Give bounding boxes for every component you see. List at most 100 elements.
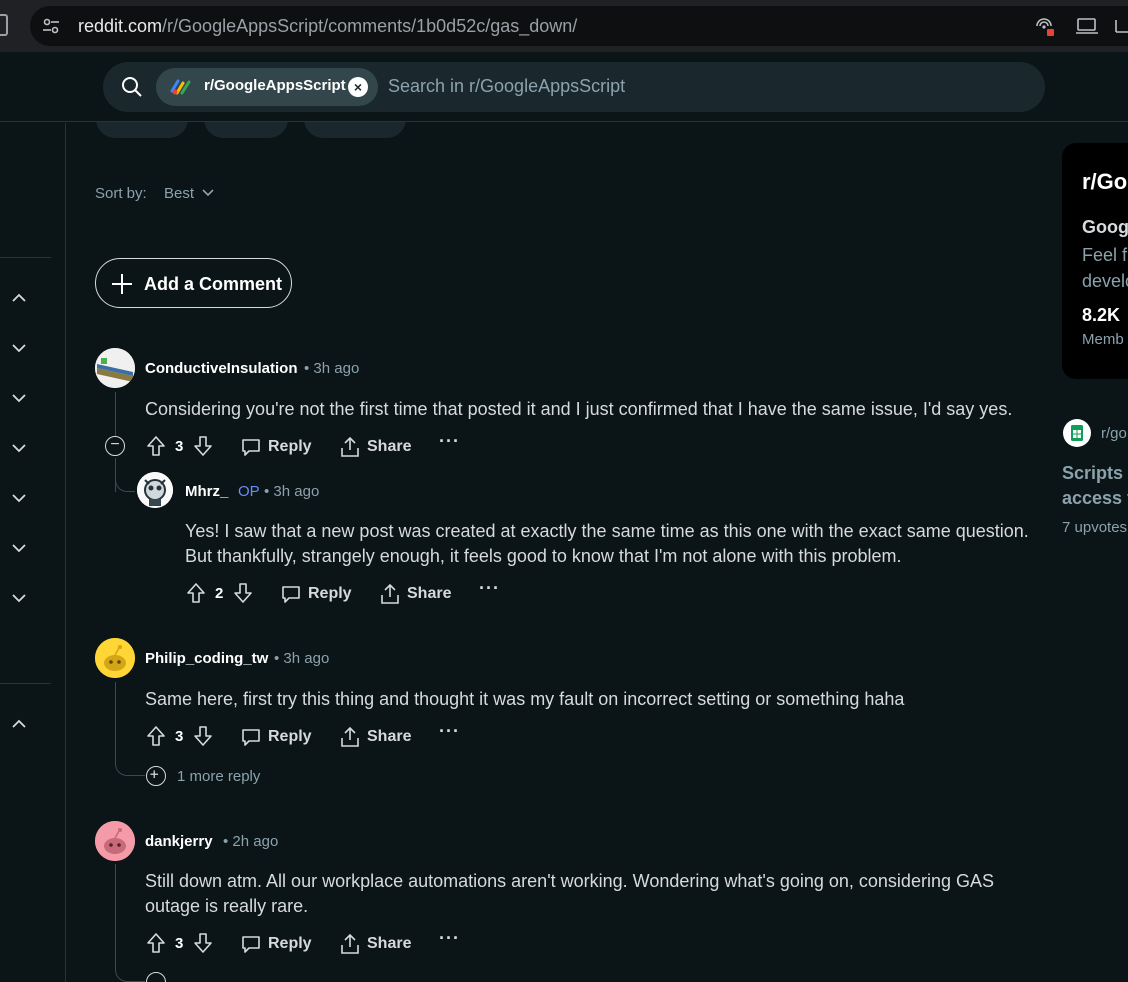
avatar[interactable] [95, 638, 135, 678]
tune-icon[interactable] [42, 17, 60, 35]
comment-author[interactable]: Philip_coding_tw [145, 650, 268, 667]
chevron-down-icon[interactable] [10, 389, 28, 407]
downvote-icon[interactable] [232, 582, 254, 604]
search-input[interactable] [388, 76, 988, 98]
post-comments-pill[interactable] [204, 100, 288, 138]
post-vote-pill[interactable] [96, 100, 188, 138]
comment-time[interactable]: • 3h ago [304, 360, 359, 377]
member-label: Memb [1082, 331, 1124, 348]
chevron-up-icon[interactable] [10, 289, 28, 307]
plus-icon [112, 274, 132, 294]
reply-button[interactable]: Reply [268, 728, 312, 746]
community-title[interactable]: r/Go [1082, 169, 1127, 195]
thread-line [115, 392, 116, 436]
thread-branch [115, 954, 145, 982]
comment-body: Considering you're not the first time th… [145, 399, 1013, 419]
url-path: /r/GoogleAppsScript/comments/1b0d52c/gas… [162, 16, 578, 36]
avatar[interactable] [95, 821, 135, 861]
snoo-avatar-icon [95, 821, 135, 861]
snoo-avatar-icon [95, 638, 135, 678]
cast-icon[interactable] [1033, 16, 1055, 36]
vote-count: 2 [215, 585, 224, 602]
reply-icon[interactable] [280, 583, 302, 605]
google-apps-script-logo-icon [170, 79, 191, 95]
op-badge: OP [238, 483, 260, 500]
sort-dropdown[interactable]: Best [164, 185, 194, 202]
chevron-down-icon[interactable] [10, 589, 28, 607]
more-icon[interactable]: ··· [439, 721, 460, 742]
vote-count: 3 [175, 438, 184, 455]
downvote-icon[interactable] [192, 435, 214, 457]
chevron-down-icon[interactable] [10, 489, 28, 507]
share-icon[interactable] [339, 933, 361, 955]
share-icon[interactable] [379, 583, 401, 605]
upvote-icon[interactable] [145, 435, 167, 457]
share-icon[interactable] [339, 726, 361, 748]
post-share-pill[interactable] [304, 100, 406, 138]
related-subreddit[interactable]: r/go [1101, 425, 1127, 442]
expand-replies-icon[interactable] [146, 972, 166, 982]
search-icon[interactable] [121, 76, 143, 98]
community-info-card: r/Go Goog Feel fr develo 8.2K Memb [1062, 143, 1128, 379]
share-icon[interactable] [339, 436, 361, 458]
comment-time[interactable]: • 3h ago [274, 650, 329, 667]
url-text[interactable]: reddit.com/r/GoogleAppsScript/comments/1… [78, 16, 577, 37]
comment-actions: 3 Reply Share ··· [145, 928, 475, 956]
comment-actions: 2 Reply Share ··· [185, 578, 515, 606]
comment-time[interactable]: • 2h ago [223, 833, 278, 850]
comment-actions: 3 Reply Share ··· [145, 721, 475, 749]
add-comment-button[interactable]: Add a Comment [95, 258, 292, 308]
upvote-icon[interactable] [145, 725, 167, 747]
related-post-title[interactable]: Scripts d access th [1062, 461, 1128, 511]
comment-actions: 3 Reply Share ··· [145, 431, 475, 459]
collapse-icon[interactable]: − [105, 436, 125, 456]
share-button[interactable]: Share [367, 935, 411, 953]
thread-line [115, 682, 116, 746]
downvote-icon[interactable] [192, 725, 214, 747]
address-bar[interactable]: reddit.com/r/GoogleAppsScript/comments/1… [30, 6, 1128, 46]
chevron-down-icon[interactable] [10, 339, 28, 357]
more-replies-link[interactable]: 1 more reply [177, 768, 260, 785]
upvote-icon[interactable] [185, 582, 207, 604]
member-count: 8.2K [1082, 305, 1121, 325]
expand-replies-icon[interactable] [146, 766, 166, 786]
comment-author[interactable]: ConductiveInsulation [145, 360, 298, 377]
more-icon[interactable]: ··· [439, 928, 460, 949]
comment-author[interactable]: dankjerry [145, 833, 213, 850]
avatar[interactable] [95, 348, 135, 388]
comment-time[interactable]: • 3h ago [264, 483, 319, 500]
chevron-up-icon[interactable] [10, 715, 28, 733]
avatar-image [137, 472, 173, 508]
thread-branch [115, 478, 135, 492]
rail-divider [0, 257, 51, 258]
reply-button[interactable]: Reply [308, 585, 352, 603]
reply-button[interactable]: Reply [268, 935, 312, 953]
vote-count: 3 [175, 728, 184, 745]
chevron-down-icon[interactable] [10, 439, 28, 457]
share-button[interactable]: Share [367, 728, 411, 746]
avatar[interactable] [137, 472, 173, 508]
reply-icon[interactable] [240, 933, 262, 955]
comment-author[interactable]: Mhrz_ [185, 483, 228, 500]
sidebar-toggle-icon[interactable] [0, 14, 8, 36]
more-icon[interactable]: ··· [439, 431, 460, 452]
vote-count: 3 [175, 935, 184, 952]
community-description: Feel fr develo [1082, 245, 1128, 291]
share-button[interactable]: Share [407, 585, 451, 603]
reply-icon[interactable] [240, 726, 262, 748]
downvote-icon[interactable] [192, 932, 214, 954]
reply-icon[interactable] [240, 436, 262, 458]
thread-branch [115, 746, 145, 776]
browser-toolbar: reddit.com/r/GoogleAppsScript/comments/1… [0, 0, 1128, 52]
close-icon[interactable]: × [348, 77, 368, 97]
more-icon[interactable]: ··· [479, 578, 500, 599]
edit-icon[interactable] [1114, 16, 1128, 36]
chevron-down-icon[interactable] [10, 539, 28, 557]
reply-button[interactable]: Reply [268, 438, 312, 456]
sort-label: Sort by: [95, 185, 147, 202]
share-button[interactable]: Share [367, 438, 411, 456]
upvote-icon[interactable] [145, 932, 167, 954]
chevron-down-icon[interactable] [201, 186, 215, 200]
laptop-icon[interactable] [1075, 16, 1099, 36]
subreddit-chip-label: r/GoogleAppsScript [204, 77, 346, 94]
